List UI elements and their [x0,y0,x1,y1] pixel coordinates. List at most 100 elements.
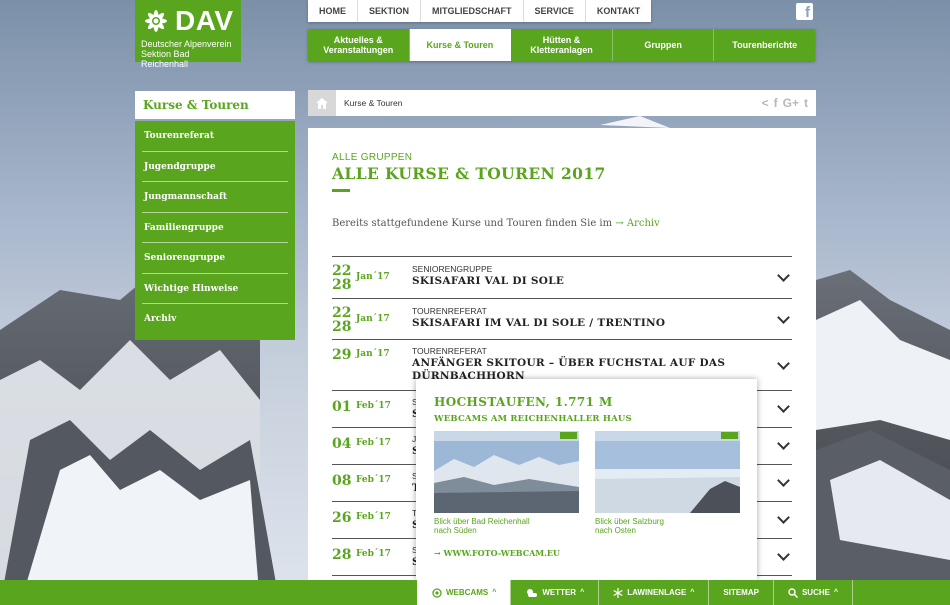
lawinenlage-label: LAWINENLAGE [627,588,687,597]
chevron-down-icon[interactable] [777,357,790,370]
webcam-popup: HOCHSTAUFEN, 1.771 M WEBCAMS AM REICHENH… [416,379,757,580]
sidebar-title[interactable]: Kurse & Touren [135,91,295,119]
webcams-button[interactable]: WEBCAMS ^ [417,580,511,605]
sidebar-item-familiengruppe[interactable]: Familiengruppe [142,213,288,243]
sitemap-label: SITEMAP [723,588,759,597]
event-day-start: 26 [332,510,352,526]
event-category: SENIORENGRUPPE [412,264,493,274]
google-plus-icon[interactable]: G+ [783,96,799,110]
event-month: Feb´17 [356,549,391,559]
top-nav-home[interactable]: HOME [308,0,358,22]
title-rule [332,189,350,192]
webcam-caption-east-line1: Blick über Salzburg [595,517,664,526]
page-title: ALLE KURSE & TOUREN 2017 [332,164,606,183]
share-icons: < f G+ t [762,90,808,116]
top-nav-service[interactable]: SERVICE [524,0,586,22]
event-month: Feb´17 [356,438,391,448]
event-row[interactable]: 22 28 Jan´17 TOURENREFERAT SKISAFARI IM … [332,299,792,340]
sitemap-button[interactable]: SITEMAP [708,580,773,605]
lawinenlage-button[interactable]: LAWINENLAGE ^ [598,580,708,605]
sidebar-item-seniorengruppe[interactable]: Seniorengruppe [142,243,288,274]
wetter-label: WETTER [542,588,577,597]
main-nav-kurse-touren[interactable]: Kurse & Touren [409,29,512,61]
sidebar-item-jugendgruppe[interactable]: Jugendgruppe [142,152,288,182]
sidebar-item-tourenreferat[interactable]: Tourenreferat [142,121,288,152]
archive-link[interactable]: → Archiv [615,218,659,229]
breadcrumb: Kurse & Touren < f G+ t [308,90,816,116]
main-nav-aktuelles[interactable]: Aktuelles & Veranstaltungen [308,29,410,61]
sidebar-item-wichtige-hinweise[interactable]: Wichtige Hinweise [142,274,288,304]
sidebar-list: Tourenreferat Jugendgruppe Jungmannschaf… [135,121,295,340]
webcam-popup-subtitle: WEBCAMS AM REICHENHALLER HAUS [434,414,632,424]
event-category: TOURENREFERAT [412,306,487,316]
breadcrumb-current: Kurse & Touren [344,98,403,108]
event-month: Feb´17 [356,512,391,522]
bottom-toolbar: WEBCAMS ^ WETTER ^ LAWINENLAGE ^ SITEMAP… [0,580,950,605]
home-icon[interactable] [308,90,336,116]
chevron-down-icon[interactable] [777,269,790,282]
top-nav-mitgliedschaft[interactable]: MITGLIEDSCHAFT [421,0,524,22]
event-month: Feb´17 [356,475,391,485]
webcam-image-south[interactable] [434,431,579,513]
event-day-start: 04 [332,436,352,452]
event-category: TOURENREFERAT [412,346,487,356]
edelweiss-icon [145,10,167,32]
chevron-down-icon[interactable] [777,474,790,487]
event-day-end: 28 [332,319,352,335]
webcam-popup-title: HOCHSTAUFEN, 1.771 M [434,395,613,409]
event-day-start: 22 [332,305,352,321]
event-day-start: 29 [332,347,352,363]
caret-up-icon: ^ [833,589,839,596]
event-day-end: 28 [332,277,352,293]
page-kicker: ALLE GRUPPEN [332,152,413,163]
suche-label: SUCHE [801,588,830,597]
top-nav: HOME SEKTION MITGLIEDSCHAFT SERVICE KONT… [308,0,652,22]
sidebar-item-jungmannschaft[interactable]: Jungmannschaft [142,182,288,213]
logo-line-2: Sektion Bad Reichenhall [141,49,190,69]
facebook-icon[interactable]: f [796,3,813,21]
chevron-down-icon[interactable] [777,548,790,561]
chevron-down-icon[interactable] [777,511,790,524]
event-row[interactable]: 22 28 Jan´17 SENIORENGRUPPE SKISAFARI VA… [332,257,792,299]
webcams-label: WEBCAMS [446,588,489,597]
webcam-icon [432,587,442,598]
chevron-down-icon[interactable] [777,311,790,324]
share-icon[interactable]: < [762,96,769,110]
event-day-start: 22 [332,263,352,279]
twitter-icon[interactable]: t [804,96,808,110]
webcam-caption-south-line2: nach Süden [434,526,477,535]
suche-button[interactable]: SUCHE ^ [772,580,854,605]
dav-logo[interactable]: DAV Deutscher Alpenverein Sektion Bad Re… [135,0,241,69]
webcam-image-east[interactable] [595,431,740,513]
event-month: Feb´17 [356,401,391,411]
main-nav-tourenberichte[interactable]: Tourenberichte [714,29,815,61]
chevron-down-icon[interactable] [777,437,790,450]
caret-up-icon: ^ [492,589,497,596]
snowflake-icon [613,587,623,598]
logo-line-1: Deutscher Alpenverein [141,39,232,49]
intro-text-body: Bereits stattgefundene Kurse und Touren … [332,218,613,229]
sidebar-item-archiv[interactable]: Archiv [142,304,288,335]
top-nav-sektion[interactable]: SEKTION [358,0,422,22]
webcam-caption-south-line1: Blick über Bad Reichenhall [434,517,530,526]
facebook-share-icon[interactable]: f [774,96,778,110]
event-day-start: 01 [332,399,352,415]
event-day-start: 28 [332,547,352,563]
caret-up-icon: ^ [690,589,695,596]
main-nav-huetten[interactable]: Hütten & Kletteranlagen [511,29,613,61]
wetter-button[interactable]: WETTER ^ [510,580,598,605]
foto-webcam-link[interactable]: → WWW.FOTO-WEBCAM.EU [434,548,560,558]
caret-up-icon: ^ [580,589,585,596]
top-nav-kontakt[interactable]: KONTAKT [586,0,651,22]
event-name: SKISAFARI IM VAL DI SOLE / TRENTINO [412,317,666,329]
event-name: SKISAFARI VAL DI SOLE [412,275,565,287]
weather-icon [527,588,538,597]
event-month: Jan´17 [356,314,390,324]
intro-text: Bereits stattgefundene Kurse und Touren … [332,218,660,229]
search-icon [788,587,798,598]
main-nav-gruppen[interactable]: Gruppen [613,29,715,61]
event-month: Jan´17 [356,349,390,359]
chevron-down-icon[interactable] [777,400,790,413]
event-day-start: 08 [332,473,352,489]
logo-mark-text: DAV [175,5,234,36]
